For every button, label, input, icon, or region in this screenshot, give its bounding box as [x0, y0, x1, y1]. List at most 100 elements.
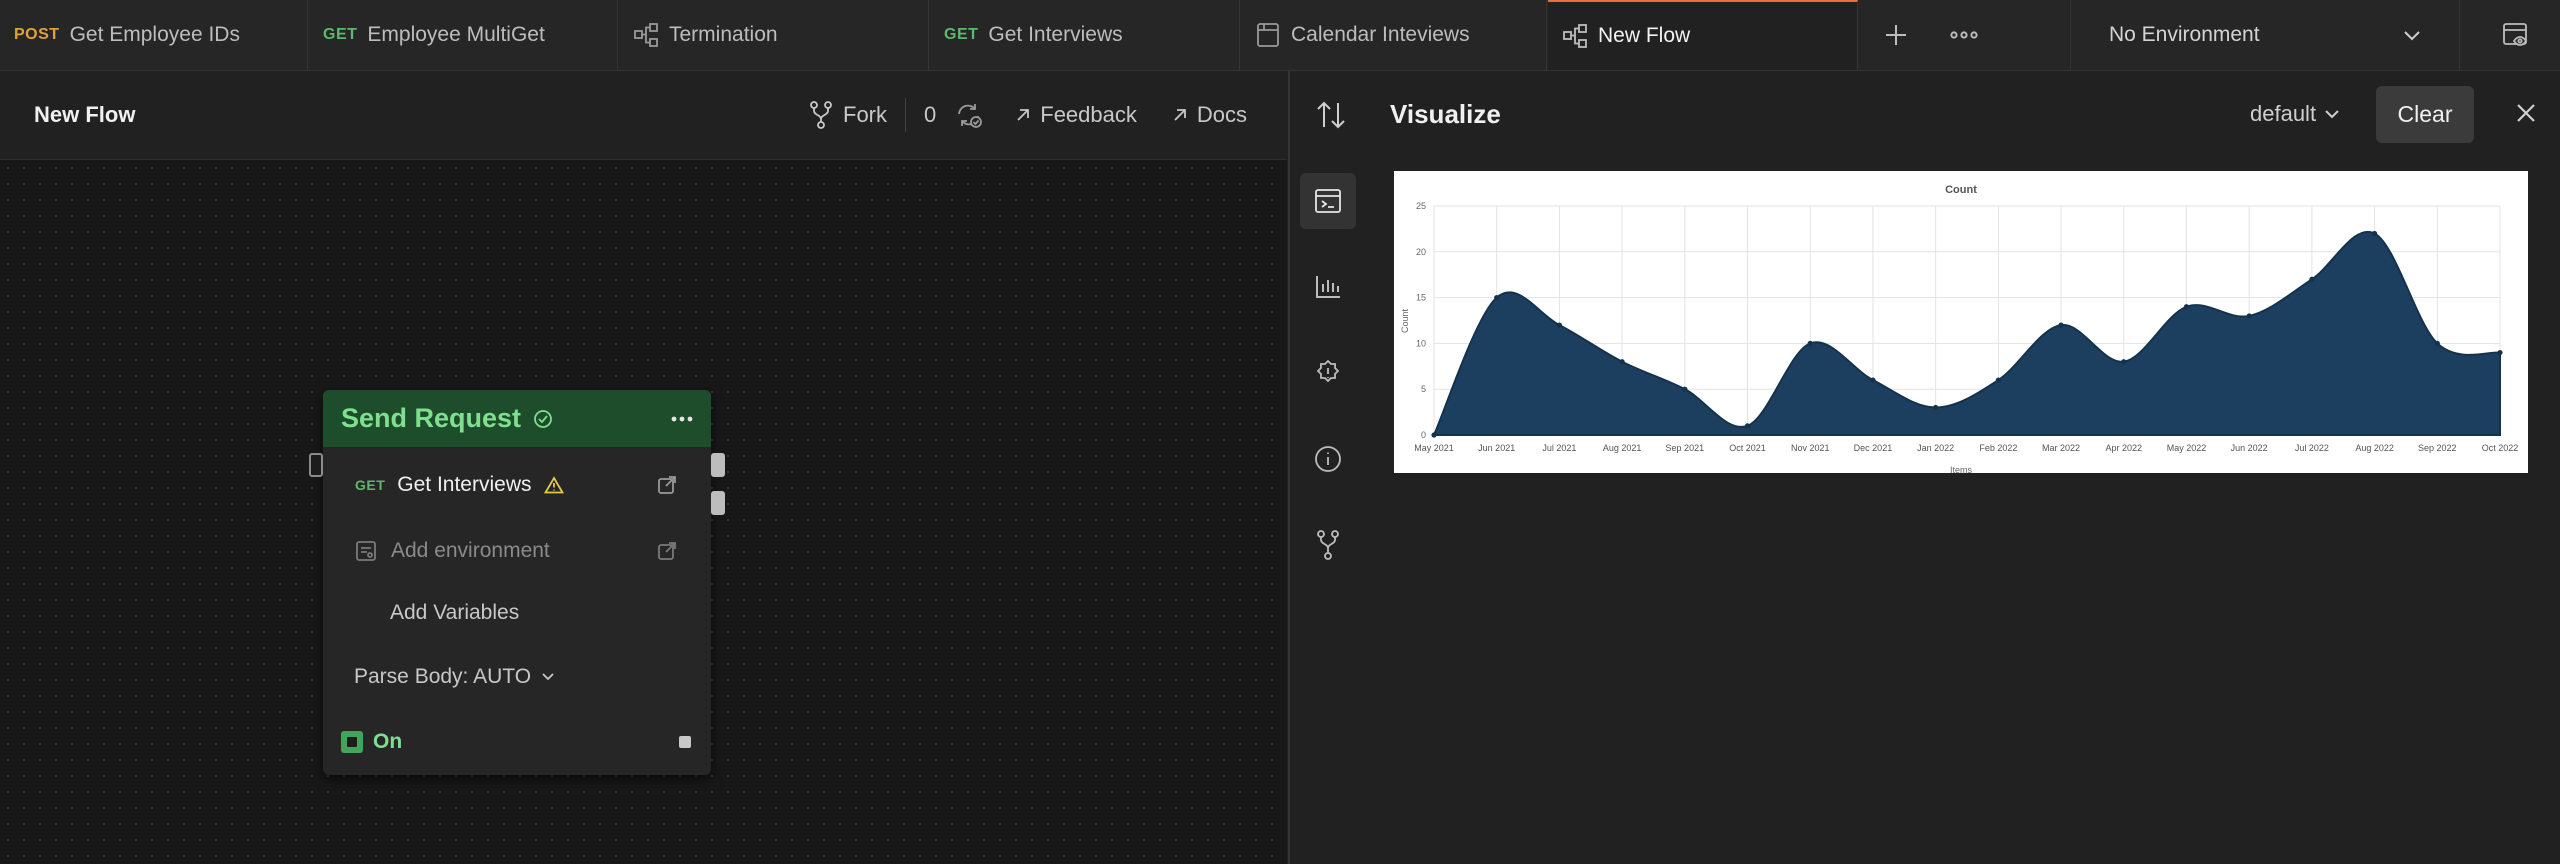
x-tick-label: Jul 2022 [2295, 443, 2329, 453]
flow-header: New Flow Fork 0 Feedback Docs [0, 71, 1287, 160]
request-selector[interactable]: GET Get Interviews [323, 466, 711, 504]
x-tick-label: Nov 2021 [1791, 443, 1830, 453]
settings-tab[interactable] [1300, 345, 1356, 401]
block-toggle-row: On [323, 723, 711, 761]
environment-select[interactable]: No Environment [2070, 0, 2460, 70]
y-tick-label: 25 [1416, 201, 1426, 211]
add-variables-button[interactable]: Add Variables [323, 594, 711, 632]
data-point [2058, 322, 2064, 328]
data-point [1682, 386, 1688, 392]
flow-actions: Fork 0 Feedback Docs [809, 98, 1247, 132]
bar-chart-icon [1316, 276, 1340, 298]
open-external-icon[interactable] [657, 541, 677, 561]
gear-icon [1316, 359, 1340, 383]
data-point [1619, 359, 1625, 365]
plus-icon [1886, 25, 1906, 45]
tab-bar: POST Get Employee IDs GET Employee Multi… [0, 0, 2560, 71]
toggle-switch[interactable] [341, 731, 363, 753]
method-badge: GET [944, 26, 979, 43]
clear-button[interactable]: Clear [2376, 86, 2474, 143]
info-tab[interactable] [1300, 431, 1356, 487]
new-tab-button[interactable] [1868, 0, 1924, 70]
success-output-port[interactable] [711, 453, 725, 477]
tab-label: Get Interviews [988, 23, 1123, 46]
feedback-link[interactable]: Feedback [1016, 102, 1137, 128]
fork-button[interactable]: Fork [809, 101, 887, 129]
fork-tab[interactable] [1300, 517, 1356, 573]
data-point [2371, 230, 2378, 237]
x-tick-label: Apr 2022 [2105, 443, 2142, 453]
tab-label: Employee MultiGet [367, 23, 545, 46]
tab-calendar-inteviews[interactable]: Calendar Inteviews [1241, 0, 1547, 70]
more-horizontal-icon[interactable] [671, 416, 693, 422]
flow-editor: New Flow Fork 0 Feedback Docs Send Reque… [0, 71, 1287, 864]
data-point [1744, 423, 1751, 429]
input-port[interactable] [309, 453, 323, 477]
visualize-tab[interactable] [1300, 259, 1356, 315]
parse-body-dropdown[interactable]: Parse Body: AUTO [323, 658, 711, 696]
calendar-doc-icon [1255, 22, 1281, 48]
area-series [1432, 230, 2501, 436]
flow-icon [633, 22, 659, 48]
x-tick-label: Sep 2021 [1666, 443, 1705, 453]
x-tick-label: Mar 2022 [2042, 443, 2080, 453]
eye-doc-icon [2503, 23, 2528, 46]
tab-label: New Flow [1598, 24, 1691, 47]
output-port[interactable] [679, 736, 691, 748]
arrow-up-right-icon [1017, 109, 1030, 121]
x-tick-label: Oct 2021 [1729, 443, 1766, 453]
more-horizontal-icon [1950, 31, 1978, 39]
tab-termination[interactable]: Termination [619, 0, 929, 70]
more-tabs-button[interactable] [1936, 0, 1992, 70]
tab-new-flow[interactable]: New Flow [1548, 0, 1858, 70]
data-point [2497, 349, 2503, 356]
y-tick-label: 20 [1416, 247, 1426, 257]
data-point [2183, 304, 2190, 310]
fork-label: Fork [843, 102, 887, 127]
data-point [1933, 404, 1939, 411]
arrow-up-right-icon [1174, 109, 1186, 121]
y-axis-label: Count [1400, 309, 1410, 334]
x-tick-label: Jun 2021 [1478, 443, 1515, 453]
data-point [2246, 313, 2252, 319]
docs-label: Docs [1196, 102, 1247, 127]
x-tick-label: Sep 2022 [2418, 443, 2457, 453]
tab-label: Termination [669, 23, 778, 46]
data-point [1807, 340, 1813, 346]
environment-quick-look-button[interactable] [2490, 0, 2542, 70]
tab-employee-multiget[interactable]: GET Employee MultiGet [309, 0, 618, 70]
request-name: Get Interviews [397, 473, 532, 496]
y-tick-label: 15 [1416, 293, 1426, 303]
console-tab[interactable] [1300, 173, 1356, 229]
tab-get-interviews[interactable]: GET Get Interviews [930, 0, 1240, 70]
x-tick-label: May 2022 [2167, 443, 2207, 453]
close-button[interactable] [2504, 91, 2548, 135]
data-point [2309, 276, 2315, 282]
tab-label: Get Employee IDs [69, 23, 240, 46]
warning-icon [543, 476, 564, 494]
tab-label: Calendar Inteviews [1291, 23, 1470, 46]
x-tick-label: Feb 2022 [1979, 443, 2017, 453]
data-point [1870, 377, 1876, 383]
sort-toggle-button[interactable] [1316, 99, 1346, 136]
fork-icon [810, 101, 832, 129]
docs-link[interactable]: Docs [1173, 102, 1247, 128]
x-tick-label: Oct 2022 [2482, 443, 2519, 453]
feedback-label: Feedback [1040, 102, 1137, 127]
environment-selector[interactable]: Add environment [323, 532, 711, 570]
failure-output-port[interactable] [711, 491, 725, 515]
template-label: default [2250, 101, 2317, 126]
open-external-icon[interactable] [657, 475, 677, 495]
sync-check-icon[interactable] [954, 100, 984, 130]
send-request-block[interactable]: Send Request GET Get Interviews Add envi… [309, 390, 725, 775]
x-tick-label: Aug 2021 [1603, 443, 1642, 453]
chevron-down-icon [2404, 31, 2420, 41]
divider [905, 98, 906, 132]
environment-icon [356, 541, 376, 561]
data-point [1995, 377, 2001, 383]
tab-get-employee-ids[interactable]: POST Get Employee IDs [0, 0, 308, 70]
fork-count: 0 [924, 102, 937, 127]
add-environment-label: Add environment [391, 539, 550, 562]
info-icon [1315, 446, 1341, 472]
template-dropdown[interactable]: default [2250, 101, 2340, 127]
